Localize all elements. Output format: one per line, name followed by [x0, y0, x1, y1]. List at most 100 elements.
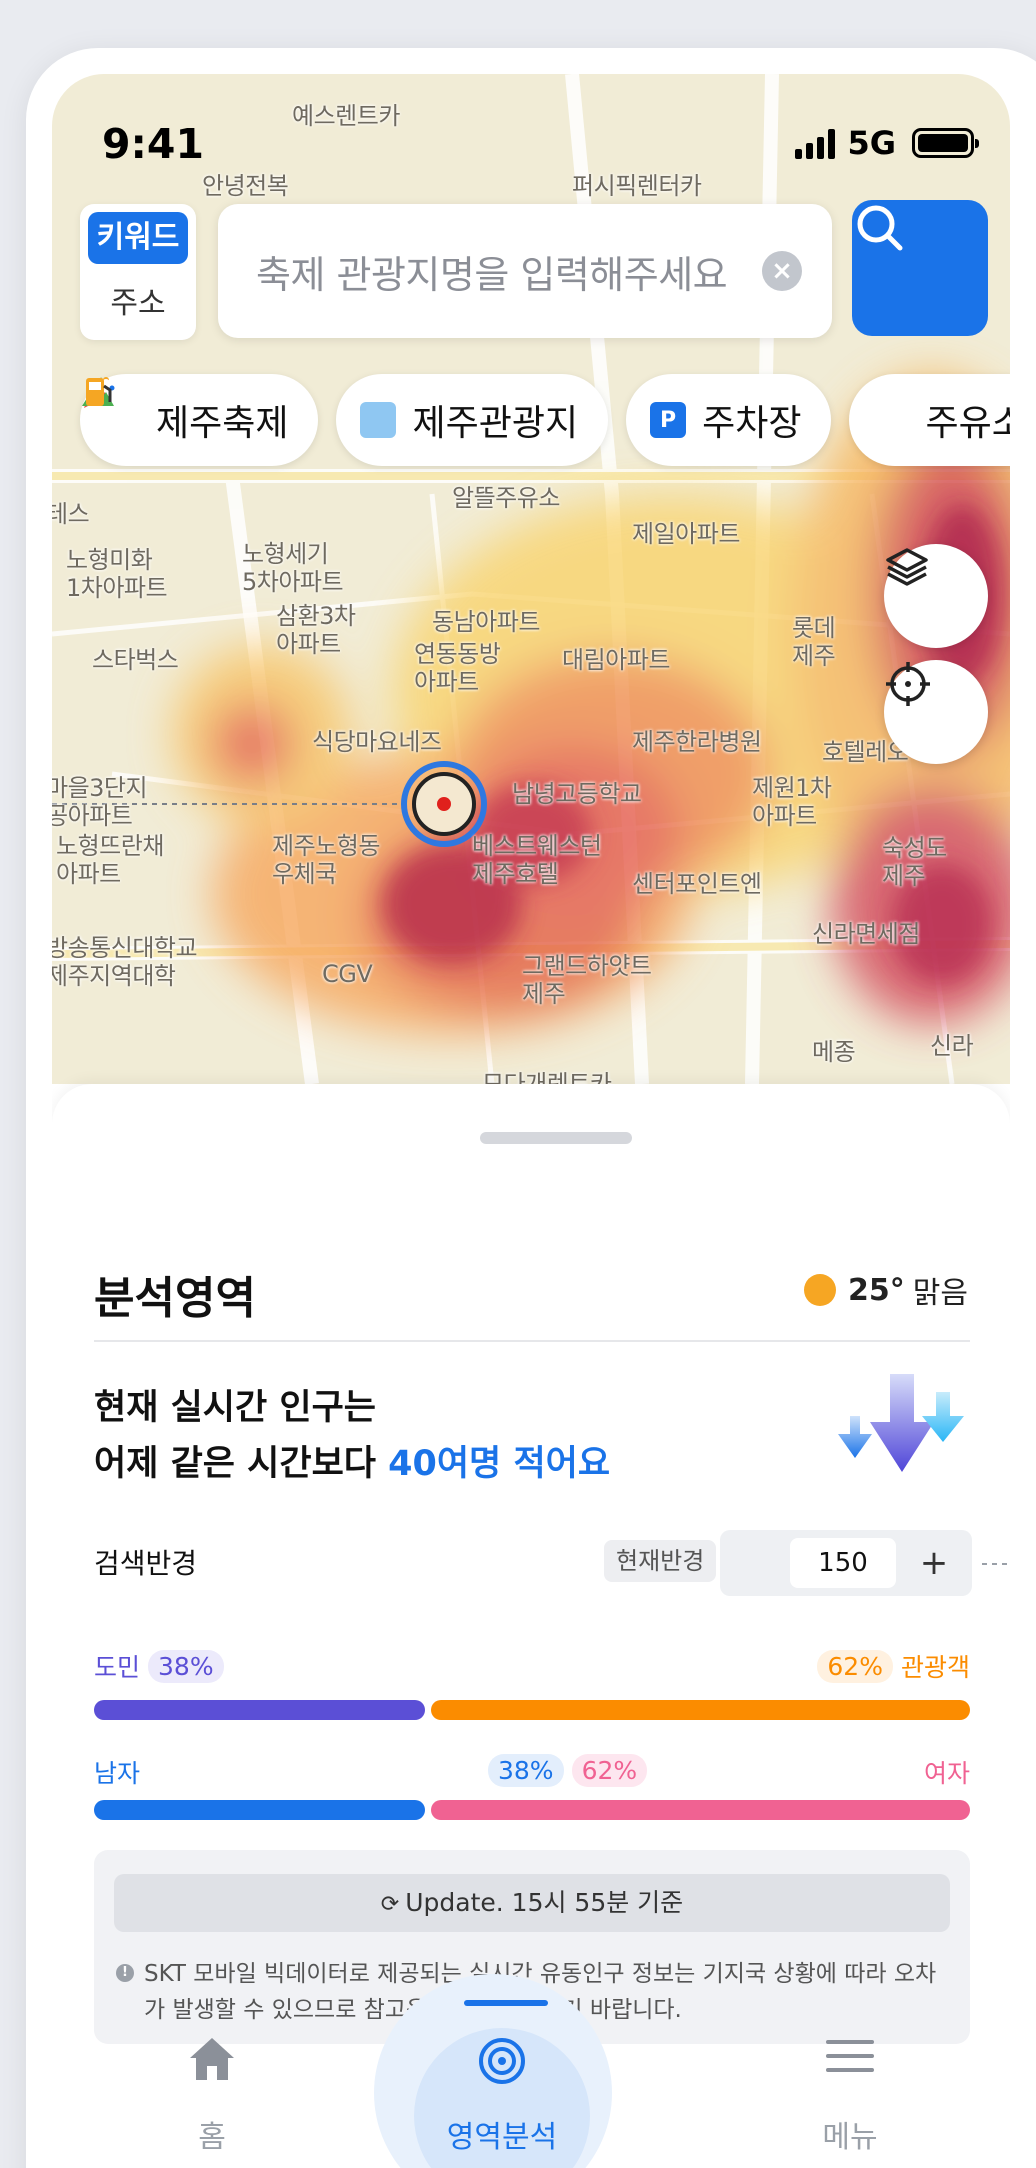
nav-menu[interactable]: 메뉴: [780, 2036, 920, 2156]
map-place-label: 안녕전복: [202, 172, 289, 200]
residents-label-group: 도민 38%: [94, 1648, 224, 1684]
headline-accent: 40여명 적어요: [388, 1444, 611, 1484]
map-place-label: 방송통신대학교 제주지역대학: [52, 934, 198, 990]
residents-bar: [94, 1700, 425, 1720]
nav-analysis-label: 영역분석: [446, 2120, 558, 2155]
female-bar: [430, 1800, 970, 1820]
search-type-keyword[interactable]: 키워드: [88, 212, 188, 264]
map-place-label: 동남아파트: [432, 608, 540, 636]
male-label: 남자: [94, 1759, 141, 1788]
tourists-bar: [430, 1700, 970, 1720]
layers-button[interactable]: [884, 544, 988, 648]
refresh-icon: ⟳: [380, 1892, 400, 1917]
map-place-label: 제주노형동 우체국: [272, 832, 380, 888]
nav-menu-label: 메뉴: [822, 2120, 878, 2155]
map-place-label: 식당마요네즈: [312, 728, 442, 756]
tourists-percent: 62%: [817, 1649, 893, 1683]
weather-temperature: 25°: [848, 1272, 905, 1308]
target-icon: [479, 2038, 525, 2084]
map-place-label: 퍼시픽렌터카: [572, 172, 702, 200]
category-chips: 제주축제 제주관광지 P 주차장 주유소: [80, 374, 1010, 466]
map-place-label: 노형미화 1차아파트: [66, 546, 168, 602]
map-place-label: CGV: [322, 960, 373, 988]
current-radius-tag: 현재반경: [604, 1540, 717, 1582]
parking-icon: P: [650, 402, 687, 438]
nav-active-indicator: [464, 2000, 548, 2006]
radius-increment-button[interactable]: +: [914, 1538, 954, 1588]
map-place-label: 숙성도 제주: [882, 834, 947, 890]
network-type: 5G: [847, 124, 896, 162]
nav-analysis[interactable]: 영역분석: [432, 2036, 572, 2156]
map-place-label: 스타벅스: [92, 646, 179, 674]
landscape-icon: [82, 379, 397, 438]
home-icon: [190, 2038, 234, 2080]
divider: [94, 1340, 970, 1342]
phone-frame: 예스렌트카안녕전복퍼시픽렌터카제주서중학교알뜰주유소노형세기5차아파트제일아파트…: [26, 48, 1036, 2168]
chip-label: 주차장: [702, 403, 802, 444]
map-place-label: 알뜰주유소: [452, 484, 560, 512]
tourists-label: 관광객: [900, 1653, 970, 1682]
map-place-label: 제주한라병원: [632, 728, 762, 756]
sheet-drag-handle[interactable]: [480, 1132, 632, 1144]
map-place-label: 남녕고등학교: [512, 780, 642, 808]
weather-info: 25° 맑음: [804, 1268, 968, 1312]
sheet-title: 분석영역: [94, 1273, 256, 1324]
map-place-label: 제일아파트: [632, 520, 740, 548]
search-radius-label: 검색반경: [94, 1547, 198, 1580]
map-place-label: 대림아파트: [562, 646, 670, 674]
chip-gas-station[interactable]: 주유소: [86, 374, 1010, 466]
residents-label: 도민: [94, 1653, 141, 1682]
info-icon: !: [116, 1964, 134, 1982]
chip-parking[interactable]: P 주차장: [626, 374, 832, 466]
headline-line1: 현재 실시간 인구는: [94, 1388, 376, 1428]
male-percent: 38%: [488, 1754, 564, 1787]
chip-label: 주유소: [925, 403, 1010, 444]
chip-label: 제주관광지: [412, 403, 579, 444]
male-bar: [94, 1800, 425, 1820]
map-place-label: 삼환3차 아파트: [276, 602, 356, 658]
gas-station-icon: [86, 378, 909, 438]
population-headline: 현재 실시간 인구는 어제 같은 시간보다 40여명 적어요: [94, 1380, 610, 1492]
search-type-address[interactable]: 주소: [88, 278, 188, 322]
nav-home[interactable]: 홈: [142, 2036, 282, 2156]
map-place-label: 신라면세점: [812, 920, 920, 948]
map-place-label: 베스트웨스턴 제주호텔: [472, 832, 602, 888]
search-button[interactable]: [852, 200, 988, 336]
map-place-label: 그랜드하얏트 제주: [522, 952, 652, 1008]
search-placeholder: 축제 관광지명을 입력해주세요: [256, 252, 728, 297]
sun-icon: [804, 1274, 837, 1306]
battery-icon: [912, 128, 979, 158]
clear-icon[interactable]: ×: [762, 251, 802, 291]
search-icon: [857, 205, 903, 251]
map-place-label: 제원1차 아파트: [752, 774, 832, 830]
search-type-toggle: 키워드 주소: [80, 204, 196, 340]
map-place-label: 신라: [930, 1032, 974, 1060]
update-button[interactable]: ⟳ Update. 15시 55분 기준: [114, 1874, 950, 1932]
menu-icon: [826, 2040, 874, 2072]
search-input[interactable]: 축제 관광지명을 입력해주세요 ×: [218, 204, 832, 338]
female-label: 여자: [923, 1759, 970, 1788]
update-label: Update. 15시 55분 기준: [405, 1888, 684, 1917]
crosshair-icon: [886, 662, 930, 706]
nav-home-label: 홈: [198, 2120, 226, 2155]
chip-attraction[interactable]: 제주관광지: [82, 374, 609, 466]
weather-condition: 맑음: [912, 1276, 968, 1311]
map-place-label: 테스: [52, 500, 90, 528]
gender-percent-group: 38% 62%: [488, 1754, 648, 1787]
chip-label: 제주축제: [156, 403, 289, 444]
tourists-label-group: 62% 관광객: [817, 1648, 970, 1684]
female-percent: 62%: [571, 1754, 648, 1787]
map-place-label: 마을3단지 공아파트: [52, 774, 148, 830]
radius-value-input[interactable]: 150: [790, 1538, 896, 1588]
signal-icon: [795, 127, 836, 159]
map-place-label: 센터포인트엔: [632, 870, 762, 898]
map-place-label: 노형세기 5차아파트: [242, 540, 344, 596]
my-location-button[interactable]: [884, 660, 988, 764]
decrease-arrows-icon: [838, 1374, 964, 1472]
dash-guide: [982, 1563, 1010, 1565]
map-place-label: 예스렌트카: [292, 102, 400, 130]
headline-line2: 어제 같은 시간보다 40여명 적어요: [94, 1436, 610, 1492]
layers-icon: [886, 548, 928, 586]
residents-percent: 38%: [148, 1649, 224, 1683]
heatmap-map[interactable]: 예스렌트카안녕전복퍼시픽렌터카제주서중학교알뜰주유소노형세기5차아파트제일아파트…: [52, 74, 1010, 1084]
